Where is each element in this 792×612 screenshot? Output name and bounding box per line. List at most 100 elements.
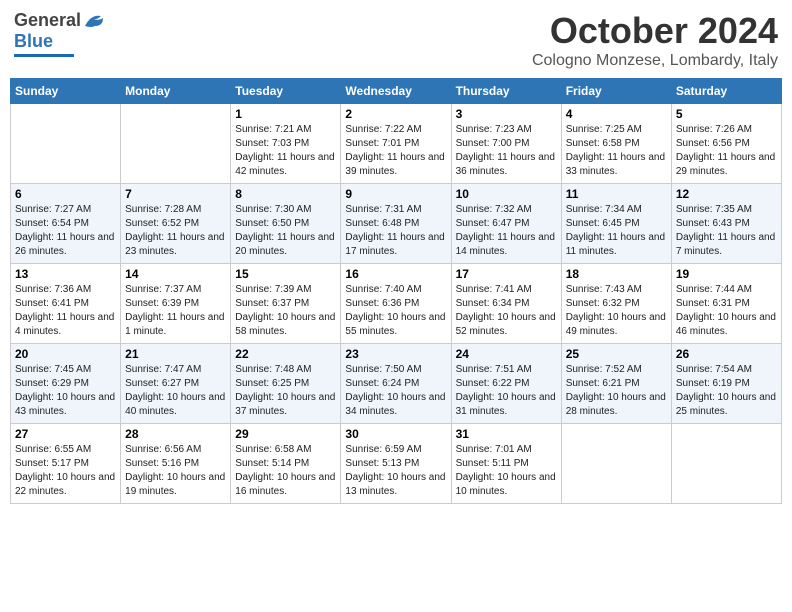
table-row: 1 Sunrise: 7:21 AM Sunset: 7:03 PM Daylig… [231,104,341,184]
day-info: Sunrise: 6:59 AM Sunset: 5:13 PM Dayligh… [345,443,446,499]
day-number: 26 [676,347,777,361]
day-number: 2 [345,107,446,121]
logo-line [14,54,74,57]
table-row: 12 Sunrise: 7:35 AM Sunset: 6:43 PM Dayli… [671,184,781,264]
table-row: 10 Sunrise: 7:32 AM Sunset: 6:47 PM Dayli… [451,184,561,264]
table-row: 7Sunrise: 7:28 AM Sunset: 6:52 PM Daylig… [121,184,231,264]
day-number: 22 [235,347,336,361]
table-row: 27Sunrise: 6:55 AM Sunset: 5:17 PM Dayli… [11,424,121,504]
table-row: 21 Sunrise: 7:47 AM Sunset: 6:27 PM Dayli… [121,344,231,424]
location-subtitle: Cologno Monzese, Lombardy, Italy [532,52,778,70]
table-row: 4Sunrise: 7:25 AM Sunset: 6:58 PM Daylig… [561,104,671,184]
table-row: 19 Sunrise: 7:44 AM Sunset: 6:31 PM Dayli… [671,264,781,344]
col-monday: Monday [121,79,231,104]
table-row [121,104,231,184]
day-number: 20 [15,347,116,361]
day-number: 15 [235,267,336,281]
day-number: 9 [345,187,446,201]
title-area: October 2024 Cologno Monzese, Lombardy, … [532,10,778,70]
day-number: 7 [125,187,226,201]
table-row: 18Sunrise: 7:43 AM Sunset: 6:32 PM Dayli… [561,264,671,344]
day-number: 21 [125,347,226,361]
day-number: 18 [566,267,667,281]
col-tuesday: Tuesday [231,79,341,104]
col-wednesday: Wednesday [341,79,451,104]
day-number: 4 [566,107,667,121]
table-row: 20 Sunrise: 7:45 AM Sunset: 6:29 PM Dayli… [11,344,121,424]
day-number: 1 [235,107,336,121]
day-number: 19 [676,267,777,281]
day-number: 25 [566,347,667,361]
logo-general-text: General [14,10,81,31]
day-info: Sunrise: 7:32 AM Sunset: 6:47 PM Dayligh… [456,203,557,259]
table-row: 17 Sunrise: 7:41 AM Sunset: 6:34 PM Dayli… [451,264,561,344]
day-number: 27 [15,427,116,441]
day-info: Sunrise: 7:23 AM Sunset: 7:00 PM Dayligh… [456,123,557,179]
logo: General Blue [14,10,105,57]
table-row: 23 Sunrise: 7:50 AM Sunset: 6:24 PM Dayli… [341,344,451,424]
calendar-header-row: Sunday Monday Tuesday Wednesday Thursday… [11,79,782,104]
day-number: 16 [345,267,446,281]
table-row: 6Sunrise: 7:27 AM Sunset: 6:54 PM Daylig… [11,184,121,264]
day-number: 5 [676,107,777,121]
col-sunday: Sunday [11,79,121,104]
page-header: General Blue October 2024 Cologno Monzes… [10,10,782,70]
day-number: 17 [456,267,557,281]
table-row: 2Sunrise: 7:22 AM Sunset: 7:01 PM Daylig… [341,104,451,184]
table-row: 24 Sunrise: 7:51 AM Sunset: 6:22 PM Dayli… [451,344,561,424]
table-row: 29 Sunrise: 6:58 AM Sunset: 5:14 PM Dayli… [231,424,341,504]
day-number: 11 [566,187,667,201]
day-number: 30 [345,427,446,441]
col-saturday: Saturday [671,79,781,104]
day-info: Sunrise: 6:56 AM Sunset: 5:16 PM Dayligh… [125,443,226,499]
day-number: 24 [456,347,557,361]
day-info: Sunrise: 7:54 AM Sunset: 6:19 PM Dayligh… [676,363,777,419]
calendar-week-row: 13 Sunrise: 7:36 AM Sunset: 6:41 PM Dayli… [11,264,782,344]
day-number: 31 [456,427,557,441]
table-row: 14Sunrise: 7:37 AM Sunset: 6:39 PM Dayli… [121,264,231,344]
day-number: 10 [456,187,557,201]
table-row: 28 Sunrise: 6:56 AM Sunset: 5:16 PM Dayli… [121,424,231,504]
day-info: Sunrise: 7:31 AM Sunset: 6:48 PM Dayligh… [345,203,446,259]
table-row [671,424,781,504]
day-info: Sunrise: 7:26 AM Sunset: 6:56 PM Dayligh… [676,123,777,179]
table-row: 8 Sunrise: 7:30 AM Sunset: 6:50 PM Daylig… [231,184,341,264]
day-info: Sunrise: 7:51 AM Sunset: 6:22 PM Dayligh… [456,363,557,419]
day-number: 29 [235,427,336,441]
day-info: Sunrise: 7:40 AM Sunset: 6:36 PM Dayligh… [345,283,446,339]
table-row: 25 Sunrise: 7:52 AM Sunset: 6:21 PM Dayli… [561,344,671,424]
day-info: Sunrise: 7:44 AM Sunset: 6:31 PM Dayligh… [676,283,777,339]
table-row: 30 Sunrise: 6:59 AM Sunset: 5:13 PM Dayli… [341,424,451,504]
day-info: Sunrise: 7:45 AM Sunset: 6:29 PM Dayligh… [15,363,116,419]
table-row [561,424,671,504]
day-number: 8 [235,187,336,201]
month-title: October 2024 [532,10,778,52]
day-info: Sunrise: 7:37 AM Sunset: 6:39 PM Dayligh… [125,283,226,339]
day-info: Sunrise: 7:35 AM Sunset: 6:43 PM Dayligh… [676,203,777,259]
logo-blue-text: Blue [14,31,53,52]
calendar-week-row: 20 Sunrise: 7:45 AM Sunset: 6:29 PM Dayli… [11,344,782,424]
table-row: 22Sunrise: 7:48 AM Sunset: 6:25 PM Dayli… [231,344,341,424]
day-info: Sunrise: 6:58 AM Sunset: 5:14 PM Dayligh… [235,443,336,499]
day-info: Sunrise: 7:30 AM Sunset: 6:50 PM Dayligh… [235,203,336,259]
day-info: Sunrise: 7:50 AM Sunset: 6:24 PM Dayligh… [345,363,446,419]
day-info: Sunrise: 7:41 AM Sunset: 6:34 PM Dayligh… [456,283,557,339]
day-info: Sunrise: 7:52 AM Sunset: 6:21 PM Dayligh… [566,363,667,419]
table-row: 9 Sunrise: 7:31 AM Sunset: 6:48 PM Daylig… [341,184,451,264]
day-info: Sunrise: 7:36 AM Sunset: 6:41 PM Dayligh… [15,283,116,339]
table-row: 16 Sunrise: 7:40 AM Sunset: 6:36 PM Dayli… [341,264,451,344]
table-row [11,104,121,184]
day-info: Sunrise: 7:21 AM Sunset: 7:03 PM Dayligh… [235,123,336,179]
day-number: 13 [15,267,116,281]
table-row: 13 Sunrise: 7:36 AM Sunset: 6:41 PM Dayli… [11,264,121,344]
day-info: Sunrise: 7:27 AM Sunset: 6:54 PM Dayligh… [15,203,116,259]
day-info: Sunrise: 7:47 AM Sunset: 6:27 PM Dayligh… [125,363,226,419]
calendar-week-row: 1 Sunrise: 7:21 AM Sunset: 7:03 PM Daylig… [11,104,782,184]
day-number: 23 [345,347,446,361]
table-row: 3Sunrise: 7:23 AM Sunset: 7:00 PM Daylig… [451,104,561,184]
day-info: Sunrise: 7:39 AM Sunset: 6:37 PM Dayligh… [235,283,336,339]
calendar-week-row: 6Sunrise: 7:27 AM Sunset: 6:54 PM Daylig… [11,184,782,264]
day-info: Sunrise: 7:01 AM Sunset: 5:11 PM Dayligh… [456,443,557,499]
day-number: 28 [125,427,226,441]
day-number: 12 [676,187,777,201]
